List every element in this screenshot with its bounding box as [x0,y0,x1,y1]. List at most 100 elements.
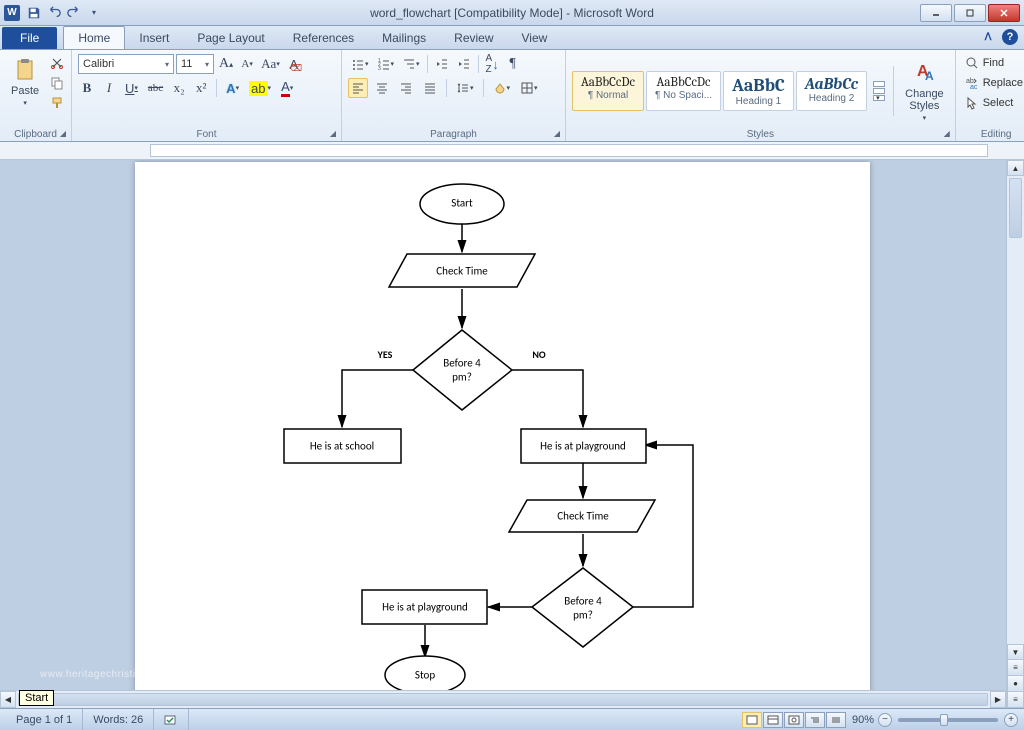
subscript-button[interactable]: x₂ [170,78,188,98]
find-button[interactable]: Find▾ [962,54,1024,72]
style---no-spaci---[interactable]: AaBbCcDc¶ No Spaci... [646,71,721,111]
horizontal-scroll-thumb[interactable] [18,693,988,706]
maximize-button[interactable] [954,4,986,22]
ribbon-group-styles: AaBbCcDc¶ NormalAaBbCcDc¶ No Spaci...AaB… [566,50,956,141]
tab-references[interactable]: References [279,27,368,49]
ribbon-group-clipboard: Paste ▾ Clipboard ◢ [0,50,72,141]
paste-button[interactable]: Paste ▾ [6,54,44,110]
grow-font-button[interactable]: A▴ [216,54,236,74]
zoom-in-button[interactable]: + [1004,713,1018,727]
svg-text:He is at playground: He is at playground [382,601,468,614]
font-color-button[interactable]: A▾ [278,78,296,98]
svg-text:He is at school: He is at school [310,440,374,453]
vertical-scroll-thumb[interactable] [1009,178,1022,238]
scroll-down-button[interactable]: ▼ [1007,644,1024,660]
title-bar: W ▾ word_flowchart [Compatibility Mode] … [0,0,1024,26]
status-proofing[interactable] [154,709,189,730]
font-dialog-launcher[interactable]: ◢ [327,127,339,139]
select-button[interactable]: Select▾ [962,94,1024,112]
view-draft[interactable] [826,712,846,728]
tab-mailings[interactable]: Mailings [368,27,440,49]
decrease-indent-button[interactable] [432,54,452,74]
status-page[interactable]: Page 1 of 1 [6,709,83,730]
change-styles-button[interactable]: AA Change Styles▾ [900,57,949,125]
align-center-button[interactable] [372,78,392,98]
line-spacing-button[interactable]: ▾ [453,78,477,98]
cut-button[interactable] [48,54,66,72]
view-print-layout[interactable] [742,712,762,728]
italic-button[interactable]: I [100,78,118,98]
view-full-screen[interactable] [763,712,783,728]
superscript-button[interactable]: x² [192,78,210,98]
qat-save-button[interactable] [24,3,44,23]
vertical-scrollbar[interactable]: ▲ ▼ ≡ ● ≡ [1006,160,1024,708]
browse-next-button[interactable]: ≡ [1007,692,1024,708]
bold-button[interactable]: B [78,78,96,98]
tab-file[interactable]: File [2,27,57,49]
increase-indent-button[interactable] [454,54,474,74]
zoom-slider[interactable] [898,718,998,722]
svg-text:ac: ac [970,84,978,90]
qat-undo-button[interactable] [44,3,64,23]
format-painter-button[interactable] [48,94,66,112]
svg-text:Check Time: Check Time [436,265,488,278]
text-effects-button[interactable]: A▾ [223,78,242,98]
tab-review[interactable]: Review [440,27,507,49]
style-heading-1[interactable]: AaBbCHeading 1 [723,71,794,111]
strikethrough-button[interactable]: abc [145,78,166,98]
browse-prev-button[interactable]: ≡ [1007,660,1024,676]
shrink-font-button[interactable]: A▾ [238,54,256,74]
tab-page-layout[interactable]: Page Layout [183,27,278,49]
change-case-button[interactable]: Aa▾ [258,54,283,74]
view-web-layout[interactable] [784,712,804,728]
justify-button[interactable] [420,78,440,98]
clear-formatting-button[interactable]: A⌫ [285,54,303,74]
horizontal-ruler[interactable] [0,142,1024,160]
tab-view[interactable]: View [508,27,562,49]
underline-button[interactable]: U▾ [122,78,141,98]
scroll-up-button[interactable]: ▲ [1007,160,1024,176]
highlight-button[interactable]: ab▾ [246,78,274,98]
zoom-out-button[interactable]: − [878,713,892,727]
svg-text:pm?: pm? [573,609,593,622]
tab-home[interactable]: Home [63,26,125,49]
help-button[interactable]: ? [1002,29,1018,45]
qat-customize-button[interactable]: ▾ [84,3,104,23]
sort-button[interactable]: AZ↓ [483,54,502,74]
document-page[interactable]: Start Check Time Before 4 pm? YES NO He … [135,162,870,708]
bullets-button[interactable]: ▾ [348,54,372,74]
replace-button[interactable]: abacReplace [962,74,1024,92]
start-tooltip: Start [19,690,54,706]
font-name-combo[interactable]: Calibri▾ [78,54,174,74]
svg-text:Check Time: Check Time [557,510,609,523]
status-words[interactable]: Words: 26 [83,709,154,730]
style---normal[interactable]: AaBbCcDc¶ Normal [572,71,644,111]
borders-button[interactable]: ▾ [517,78,541,98]
style-heading-2[interactable]: AaBbCcHeading 2 [796,71,867,111]
show-paragraph-marks-button[interactable]: ¶ [504,54,522,74]
styles-gallery-more[interactable]: ▾ [871,79,887,103]
align-right-button[interactable] [396,78,416,98]
horizontal-scrollbar[interactable]: ◀ ▶ [0,690,1006,708]
select-browse-object-button[interactable]: ● [1007,676,1024,692]
font-size-combo[interactable]: 11▾ [176,54,214,74]
zoom-slider-thumb[interactable] [940,714,948,726]
minimize-ribbon-button[interactable]: ᐱ [980,29,996,45]
tab-insert[interactable]: Insert [125,27,183,49]
clipboard-dialog-launcher[interactable]: ◢ [57,127,69,139]
zoom-level[interactable]: 90% [852,714,874,726]
copy-button[interactable] [48,74,66,92]
view-outline[interactable] [805,712,825,728]
scroll-right-button[interactable]: ▶ [990,691,1006,708]
scroll-left-button[interactable]: ◀ [0,691,16,708]
paragraph-dialog-launcher[interactable]: ◢ [551,127,563,139]
qat-redo-button[interactable] [64,3,84,23]
multilevel-list-button[interactable]: ▾ [399,54,423,74]
minimize-button[interactable] [920,4,952,22]
svg-text:NO: NO [532,348,546,361]
shading-button[interactable]: ▾ [490,78,514,98]
align-left-button[interactable] [348,78,368,98]
numbering-button[interactable]: 123▾ [374,54,398,74]
styles-dialog-launcher[interactable]: ◢ [941,127,953,139]
close-button[interactable] [988,4,1020,22]
